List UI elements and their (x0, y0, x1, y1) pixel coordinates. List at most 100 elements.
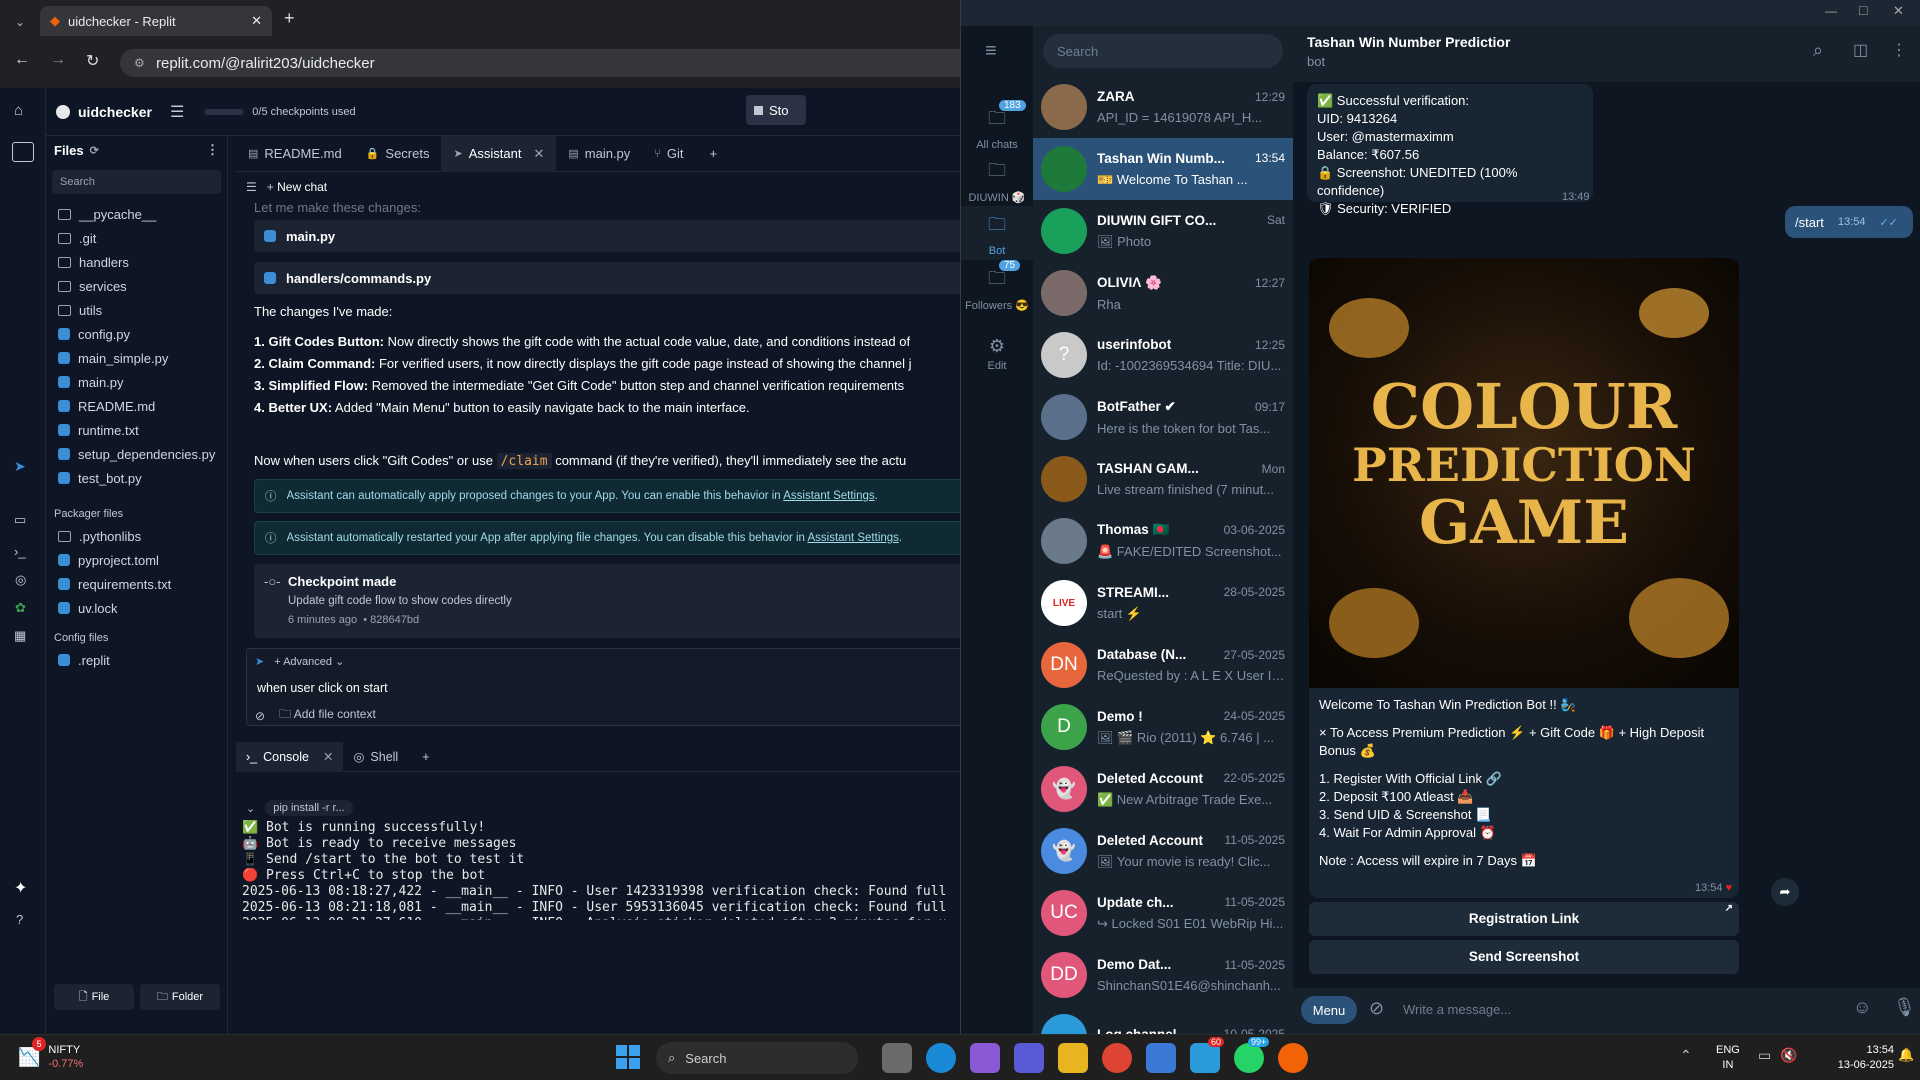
ai-sparkle-icon[interactable]: ✦ (14, 878, 27, 898)
add-tab-icon[interactable]: + (710, 146, 718, 161)
file-tree-item[interactable]: services (46, 274, 227, 298)
files-icon[interactable] (12, 142, 34, 162)
file-tree-item[interactable]: main.py (46, 370, 227, 394)
editor-tab[interactable]: ➤ Assistant ✕ (441, 135, 557, 172)
file-tree-item[interactable]: __pycache__ (46, 202, 227, 226)
tab-shell[interactable]: ◎ Shell (343, 742, 408, 772)
volume-mute-icon[interactable]: 🔇 (1780, 1047, 1797, 1064)
file-tree-item[interactable]: setup_dependencies.py (46, 442, 227, 466)
prediction-poster-image[interactable]: COLOUR PREDICTION GAME (1309, 258, 1739, 688)
project-name[interactable]: uidchecker (78, 104, 152, 120)
chat-item[interactable]: ? userinfobot 12:25 Id: -1002369534694 Titl… (1033, 324, 1293, 386)
file-tree-item[interactable]: pyproject.toml (46, 548, 227, 572)
minimize-icon[interactable]: — (1825, 4, 1837, 18)
chat-title[interactable]: Tashan Win Number Predictior (1307, 34, 1510, 50)
send-screenshot-button[interactable]: Send Screenshot (1309, 940, 1739, 974)
deploy-icon[interactable]: ✿ (15, 600, 26, 616)
preview-icon[interactable]: ▭ (14, 512, 26, 528)
store-icon[interactable] (1146, 1043, 1176, 1073)
files-search-input[interactable]: Search (52, 170, 221, 194)
menu-button[interactable]: Menu (1301, 996, 1357, 1024)
browser-tab[interactable]: ◆ uidchecker - Replit ✕ (40, 6, 272, 36)
attach-icon[interactable]: ⊘ (1369, 998, 1384, 1019)
close-tab-icon[interactable]: ✕ (533, 146, 544, 162)
start-icon[interactable] (616, 1045, 640, 1069)
file-card-main[interactable]: main.py (254, 220, 974, 252)
attach-icon[interactable]: ⊘ (255, 709, 265, 723)
add-file-context-button[interactable]: 🗀 Add file context (279, 705, 376, 726)
main-menu-icon[interactable]: ≡ (985, 40, 997, 63)
chat-item[interactable]: DN Database (N... 27-05-2025 ReQuested by :… (1033, 634, 1293, 696)
folder-item[interactable]: 🗀 Followers 😎 75 (961, 260, 1033, 314)
editor-tab[interactable]: ▤ README.md (236, 136, 354, 172)
tab-search-icon[interactable]: ⌄ (8, 10, 32, 34)
telegram-icon[interactable]: 60 (1190, 1037, 1225, 1073)
new-file-button[interactable]: 🗋 File (54, 984, 134, 1010)
chat-item[interactable]: 👻 Deleted Account 11-05-2025 🖼 Your movie i… (1033, 820, 1293, 882)
apps-icon[interactable]: ▦ (14, 628, 26, 644)
pip-row[interactable]: ⌄ pip install -r r... (246, 800, 353, 816)
search-icon[interactable]: ⌕ (1813, 40, 1823, 61)
file-tree-item[interactable]: README.md (46, 394, 227, 418)
file-tree-item[interactable]: runtime.txt (46, 418, 227, 442)
chat-item[interactable]: Thomas 🇧🇩 03-06-2025 🚨 FAKE/EDITED Screens… (1033, 510, 1293, 572)
chat-item[interactable]: LIVE STREAMI... 28-05-2025 start ⚡ (1033, 572, 1293, 634)
assistant-icon[interactable]: ➤ (14, 458, 26, 475)
maximize-icon[interactable]: □ (1859, 2, 1867, 18)
assistant-settings-link[interactable]: Assistant Settings (783, 490, 874, 502)
tray-chevron-icon[interactable]: ⌃ (1680, 1047, 1692, 1064)
whatsapp-icon[interactable]: 99+ (1234, 1037, 1270, 1073)
edge-icon[interactable] (926, 1043, 956, 1073)
chrome-icon[interactable] (1102, 1043, 1132, 1073)
folder-item[interactable]: 🗀 Bot (961, 206, 1033, 260)
project-menu-icon[interactable]: ☰ (170, 102, 184, 122)
replit-app-icon[interactable] (1278, 1043, 1308, 1073)
file-tree-item[interactable]: uv.lock (46, 596, 227, 620)
editor-tab[interactable]: ▤ main.py (556, 136, 642, 172)
notification-icon[interactable]: 🔔 (1898, 1047, 1914, 1063)
add-tab-icon[interactable]: + (422, 750, 429, 764)
chat-item[interactable]: UC Update ch... 11-05-2025 ↪ Locked S01 E01… (1033, 882, 1293, 944)
chat-item[interactable]: 👻 Deleted Account 22-05-2025 ✅ New Arbitrag… (1033, 758, 1293, 820)
taskbar-search[interactable]: ⌕ Search (656, 1042, 858, 1074)
chat-item[interactable]: DIUWIN GIFT CO... Sat 🖼 Photo (1033, 200, 1293, 262)
chat-item[interactable]: D Demo ! 24-05-2025 🖼 🎬 Rio (2011) ⭐ 6.746 … (1033, 696, 1293, 758)
close-window-icon[interactable]: ✕ (1893, 3, 1904, 19)
copilot-icon[interactable] (970, 1043, 1000, 1073)
chat-item[interactable]: ZARA 12:29 API_ID = 14619078 API_H... (1033, 76, 1293, 138)
file-tree-item[interactable]: handlers (46, 250, 227, 274)
new-tab-icon[interactable]: + (284, 8, 295, 29)
reload-icon[interactable]: ↻ (86, 51, 99, 71)
language-indicator[interactable]: ENG IN (1716, 1043, 1740, 1073)
file-tree-item[interactable]: test_bot.py (46, 466, 227, 490)
assistant-settings-link[interactable]: Assistant Settings (808, 532, 899, 544)
stock-widget[interactable]: 📉 NIFTY -0.77% 5 (18, 1037, 83, 1071)
folder-item[interactable]: ⚙ Edit (961, 330, 1033, 384)
file-tree-item[interactable]: .replit (46, 648, 227, 672)
chat-search-input[interactable]: Search (1043, 34, 1283, 68)
teams-icon[interactable] (1014, 1043, 1044, 1073)
help-icon[interactable]: ? (16, 912, 23, 927)
new-folder-button[interactable]: 🗀 Folder (140, 984, 220, 1010)
chat-item[interactable]: OLIVIΛ 🌸 12:27 Rha (1033, 262, 1293, 324)
back-icon[interactable]: ← (14, 51, 30, 69)
chat-item[interactable]: TASHAN GAM... Mon Live stream finished (7 … (1033, 448, 1293, 510)
files-more-icon[interactable]: ⋮ (206, 142, 219, 158)
emoji-icon[interactable]: ☺ (1853, 997, 1871, 1018)
close-tab-icon[interactable]: ✕ (251, 13, 262, 29)
editor-tab[interactable]: 🔒 Secrets (354, 136, 442, 172)
file-explorer-icon[interactable] (1058, 1043, 1088, 1073)
folder-item[interactable]: 🗀 DIUWIN 🎲 (961, 152, 1033, 206)
chat-item[interactable]: DD Demo Dat... 11-05-2025 ShinchanS01E46@sh… (1033, 944, 1293, 1006)
network-icon[interactable]: ▭ (1758, 1047, 1771, 1064)
message-input[interactable]: Write a message... (1403, 1002, 1511, 1017)
forward-icon[interactable]: → (50, 51, 66, 69)
file-tree-item[interactable]: requirements.txt (46, 572, 227, 596)
file-tree-item[interactable]: main_simple.py (46, 346, 227, 370)
new-chat-button[interactable]: + New chat (267, 180, 327, 194)
advanced-dropdown[interactable]: + Advanced ⌄ (274, 655, 344, 668)
address-bar[interactable]: ⚙ replit.com/@ralirit203/uidchecker (120, 49, 1020, 77)
sidebar-toggle-icon[interactable]: ◫ (1853, 40, 1868, 60)
registration-link-button[interactable]: Registration Link ↗ (1309, 902, 1739, 936)
file-tree-item[interactable]: .pythonlibs (46, 524, 227, 548)
